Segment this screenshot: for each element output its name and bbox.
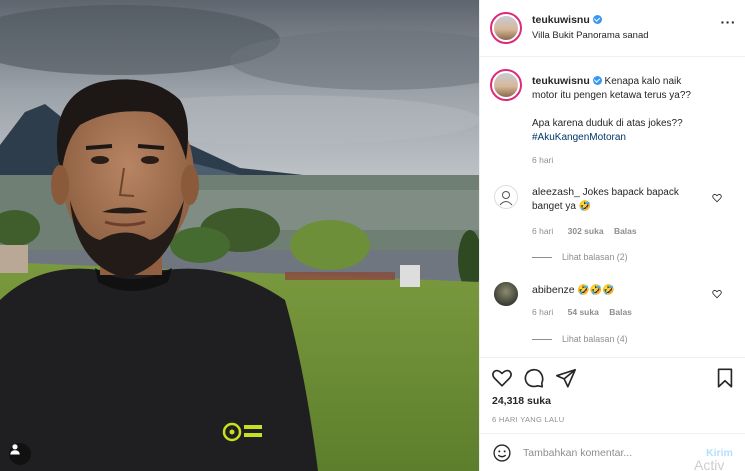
comment-like-heart-icon[interactable] bbox=[712, 193, 722, 203]
instagram-post-modal: teukuwisnu Villa Bukit Panorama sanad ··… bbox=[0, 0, 745, 471]
comment-abibenze: abibenze 🤣🤣🤣 bbox=[532, 283, 702, 298]
view-replies-button[interactable]: Lihat balasan (4) bbox=[532, 334, 628, 344]
user-icon bbox=[10, 444, 20, 455]
author-avatar[interactable] bbox=[490, 12, 522, 44]
author-name-row: teukuwisnu bbox=[532, 14, 602, 26]
post-location[interactable]: Villa Bukit Panorama sanad bbox=[532, 30, 649, 41]
comments-section: teukuwisnu Kenapa kalo naik motor itu pe… bbox=[480, 57, 745, 357]
comment-meta: 6 hari 302 suka Balas bbox=[532, 226, 637, 236]
comment-text-cont: banget ya 🤣 bbox=[532, 201, 592, 212]
add-comment-bar: Kirim Activ bbox=[480, 433, 745, 471]
comment-reply-button[interactable]: Balas bbox=[609, 307, 632, 317]
post-header: teukuwisnu Villa Bukit Panorama sanad ··… bbox=[480, 0, 745, 57]
comment-avatar[interactable] bbox=[494, 282, 518, 306]
view-replies-button[interactable]: Lihat balasan (2) bbox=[532, 252, 628, 262]
caption-time[interactable]: 6 hari bbox=[532, 153, 732, 167]
view-replies-label: Lihat balasan (4) bbox=[562, 334, 628, 344]
post-photo bbox=[0, 0, 479, 471]
likes-count[interactable]: 24,318 suka bbox=[492, 395, 551, 407]
caption-avatar[interactable] bbox=[490, 69, 522, 101]
bookmark-icon[interactable] bbox=[714, 367, 736, 389]
comment-text: Jokes bapack bapack bbox=[582, 187, 679, 198]
comment-like-heart-icon[interactable] bbox=[712, 289, 722, 299]
comment-text: 🤣🤣🤣 bbox=[577, 285, 615, 296]
caption-username[interactable]: teukuwisnu bbox=[532, 75, 590, 87]
paper-plane-icon[interactable] bbox=[555, 367, 577, 389]
avatar-placeholder-icon bbox=[499, 191, 513, 206]
caption-line-3: Apa karena duduk di atas jokes?? bbox=[532, 118, 683, 129]
comment-time[interactable]: 6 hari bbox=[532, 226, 553, 236]
comment-icon[interactable] bbox=[523, 367, 545, 389]
comment-username[interactable]: abibenze bbox=[532, 284, 575, 296]
comment-aleezash: aleezash_ Jokes bapack bapack banget ya … bbox=[532, 185, 702, 214]
post-side-panel: teukuwisnu Villa Bukit Panorama sanad ··… bbox=[479, 0, 745, 471]
view-replies-label: Lihat balasan (2) bbox=[562, 252, 628, 262]
caption-hashtag[interactable]: #AkuKangenMotoran bbox=[532, 131, 732, 145]
post-actions: 24,318 suka 6 HARI YANG LALU bbox=[480, 357, 745, 427]
caption: teukuwisnu Kenapa kalo naik motor itu pe… bbox=[532, 74, 732, 167]
verified-badge-icon bbox=[592, 15, 602, 24]
activate-windows-watermark: Activ bbox=[694, 458, 725, 471]
comment-meta: 6 hari 54 suka Balas bbox=[532, 307, 632, 317]
comment-username[interactable]: aleezash_ bbox=[532, 186, 580, 198]
comment-input[interactable] bbox=[523, 444, 693, 462]
post-date[interactable]: 6 HARI YANG LALU bbox=[492, 415, 564, 424]
selfie-photo bbox=[0, 0, 479, 471]
caption-line-1: Kenapa kalo naik bbox=[604, 76, 682, 87]
comment-time[interactable]: 6 hari bbox=[532, 307, 553, 317]
verified-badge-icon bbox=[592, 76, 602, 85]
author-username[interactable]: teukuwisnu bbox=[532, 14, 590, 26]
comment-likes[interactable]: 302 suka bbox=[568, 226, 604, 236]
comment-avatar[interactable] bbox=[494, 185, 518, 209]
comment-reply-button[interactable]: Balas bbox=[614, 226, 637, 236]
comment-likes[interactable]: 54 suka bbox=[568, 307, 599, 317]
tagged-user-button[interactable] bbox=[9, 443, 31, 465]
emoji-icon[interactable] bbox=[492, 443, 512, 463]
three-dots-icon[interactable]: ··· bbox=[721, 14, 737, 30]
caption-line-2: motor itu pengen ketawa terus ya?? bbox=[532, 90, 691, 101]
heart-icon[interactable] bbox=[491, 367, 513, 389]
